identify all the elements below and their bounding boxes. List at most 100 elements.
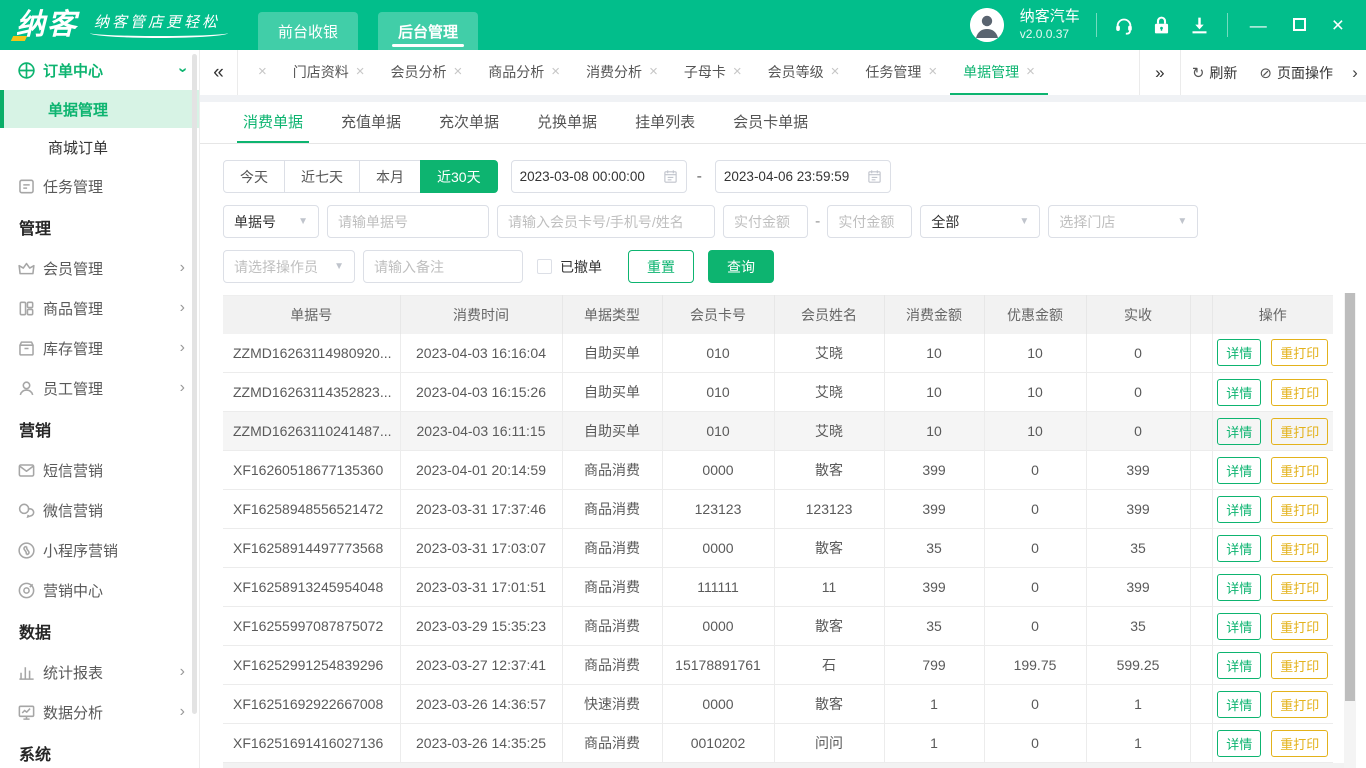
workspace-tab[interactable]: 门店资料 × xyxy=(280,50,378,95)
reprint-button[interactable]: 重打印 xyxy=(1271,612,1329,640)
tab-label: 任务管理 xyxy=(865,63,922,80)
sidebar-item[interactable]: 微信营销 xyxy=(0,490,199,530)
bill-subtab[interactable]: 充值单据 xyxy=(335,102,407,143)
sidebar-item[interactable]: 小程序营销 xyxy=(0,530,199,570)
sidebar-item[interactable]: 员工管理 › xyxy=(0,368,199,408)
detail-button[interactable]: 详情 xyxy=(1217,339,1262,367)
sidebar-scrollbar[interactable] xyxy=(192,54,197,714)
tab-close-icon[interactable]: × xyxy=(356,63,365,80)
minimize-icon[interactable]: — xyxy=(1250,17,1267,34)
sms-icon xyxy=(17,461,36,480)
operator-select[interactable]: 请选择操作员 ▼ xyxy=(223,250,355,283)
reprint-button[interactable]: 重打印 xyxy=(1271,534,1329,562)
reprint-button[interactable]: 重打印 xyxy=(1271,456,1329,484)
workspace-tab[interactable]: 任务管理 × xyxy=(852,50,950,95)
detail-button[interactable]: 详情 xyxy=(1217,612,1262,640)
detail-button[interactable]: 详情 xyxy=(1217,417,1262,445)
tabs-scroll-right-button[interactable]: » xyxy=(1138,50,1181,95)
user-meta[interactable]: 纳客汽车 v2.0.0.37 xyxy=(1020,8,1080,42)
workspace-tab[interactable]: 子母卡 × xyxy=(671,50,755,95)
customer-service-icon[interactable] xyxy=(1113,14,1135,36)
sidebar-item[interactable]: 库存管理 › xyxy=(0,328,199,368)
front-cashier-button[interactable]: 前台收银 xyxy=(258,12,359,50)
tab-close-icon[interactable]: × xyxy=(649,63,658,80)
download-icon[interactable] xyxy=(1189,14,1211,36)
reprint-button[interactable]: 重打印 xyxy=(1271,417,1329,445)
quick-range-button[interactable]: 近七天 xyxy=(284,160,360,193)
bill-subtab[interactable]: 消费单据 xyxy=(237,102,310,143)
sidebar-subitem[interactable]: 商城订单 xyxy=(0,128,199,166)
tab-close-icon[interactable]: × xyxy=(831,63,840,80)
quick-range-button[interactable]: 近30天 xyxy=(420,160,498,193)
maximize-icon[interactable] xyxy=(1292,17,1306,34)
bill-field-select[interactable]: 单据号 ▼ xyxy=(223,205,319,238)
search-button[interactable]: 查询 xyxy=(708,250,774,283)
reprint-button[interactable]: 重打印 xyxy=(1271,339,1329,367)
store-select[interactable]: 选择门店 ▼ xyxy=(1048,205,1199,238)
table-scrollbar[interactable]: ▼ xyxy=(1344,293,1356,768)
detail-button[interactable]: 详情 xyxy=(1217,534,1262,562)
detail-button[interactable]: 详情 xyxy=(1217,573,1262,601)
page-actions-chevron-icon[interactable]: › xyxy=(1344,50,1366,95)
detail-button[interactable]: 详情 xyxy=(1217,378,1262,406)
date-to-input[interactable]: 2023-04-06 23:59:59 xyxy=(714,160,891,193)
member-search-input[interactable] xyxy=(497,205,715,238)
refresh-button[interactable]: ↻ 刷新 xyxy=(1181,50,1249,95)
calendar-icon xyxy=(663,170,677,183)
workspace-tab[interactable]: 商品分析 × xyxy=(475,50,573,95)
reprint-button[interactable]: 重打印 xyxy=(1271,729,1329,757)
reprint-button[interactable]: 重打印 xyxy=(1271,378,1329,406)
reprint-button[interactable]: 重打印 xyxy=(1271,690,1329,718)
revoked-checkbox[interactable]: 已撤单 xyxy=(537,257,602,277)
sidebar-item[interactable]: 统计报表 › xyxy=(0,652,199,692)
page-actions-button[interactable]: ⊘ 页面操作 xyxy=(1248,50,1344,95)
detail-button[interactable]: 详情 xyxy=(1217,690,1262,718)
quick-range-button[interactable]: 今天 xyxy=(223,160,285,193)
tab-close-icon[interactable]: × xyxy=(733,63,742,80)
detail-button[interactable]: 详情 xyxy=(1217,495,1262,523)
date-from-input[interactable]: 2023-03-08 00:00:00 xyxy=(510,160,687,193)
detail-button[interactable]: 详情 xyxy=(1217,729,1262,757)
bill-no-input[interactable] xyxy=(327,205,489,238)
tab-close-icon[interactable]: × xyxy=(258,63,267,80)
workspace-tab[interactable]: 会员分析 × xyxy=(378,50,476,95)
type-select[interactable]: 全部 ▼ xyxy=(920,205,1041,238)
workspace-tab[interactable]: 会员等级 × xyxy=(755,50,853,95)
workspace-tab[interactable]: 消费分析 × xyxy=(573,50,671,95)
amount-min-input[interactable] xyxy=(723,205,808,238)
tab-close-icon[interactable]: × xyxy=(551,63,560,80)
sidebar-item[interactable]: 订单中心 › xyxy=(0,50,199,90)
table-cell: 自助买单 xyxy=(562,372,663,412)
bill-subtab[interactable]: 兑换单据 xyxy=(531,102,603,143)
tab-close-icon[interactable]: × xyxy=(1026,63,1035,80)
reset-button[interactable]: 重置 xyxy=(628,250,694,283)
sidebar-subitem[interactable]: 单据管理 xyxy=(0,90,199,128)
workspace-tab[interactable]: × xyxy=(238,50,280,95)
backend-manage-button[interactable]: 后台管理 xyxy=(378,12,479,50)
workspace-tab[interactable]: 单据管理 × xyxy=(950,50,1048,95)
tab-close-icon[interactable]: × xyxy=(928,63,937,80)
tab-close-icon[interactable]: × xyxy=(454,63,463,80)
quick-range-button[interactable]: 本月 xyxy=(359,160,421,193)
sidebar-item[interactable]: 数据分析 › xyxy=(0,692,199,732)
sidebar-item[interactable]: 任务管理 xyxy=(0,166,199,206)
reprint-button[interactable]: 重打印 xyxy=(1271,651,1329,679)
scrollbar-thumb[interactable] xyxy=(1345,293,1355,701)
sidebar-item[interactable]: 短信营销 xyxy=(0,450,199,490)
remark-input[interactable] xyxy=(363,250,523,283)
lock-icon[interactable] xyxy=(1151,14,1173,36)
detail-button[interactable]: 详情 xyxy=(1217,456,1262,484)
reprint-button[interactable]: 重打印 xyxy=(1271,573,1329,601)
bill-subtab[interactable]: 会员卡单据 xyxy=(727,102,814,143)
avatar[interactable] xyxy=(969,8,1004,42)
tabs-scroll-left-button[interactable]: « xyxy=(200,50,238,95)
detail-button[interactable]: 详情 xyxy=(1217,651,1262,679)
reprint-button[interactable]: 重打印 xyxy=(1271,495,1329,523)
close-icon[interactable]: × xyxy=(1332,15,1344,36)
sidebar-item[interactable]: 营销中心 xyxy=(0,570,199,610)
amount-max-input[interactable] xyxy=(827,205,913,238)
sidebar-item[interactable]: 会员管理 › xyxy=(0,248,199,288)
bill-subtab[interactable]: 充次单据 xyxy=(433,102,505,143)
sidebar-item[interactable]: 商品管理 › xyxy=(0,288,199,328)
bill-subtab[interactable]: 挂单列表 xyxy=(629,102,701,143)
